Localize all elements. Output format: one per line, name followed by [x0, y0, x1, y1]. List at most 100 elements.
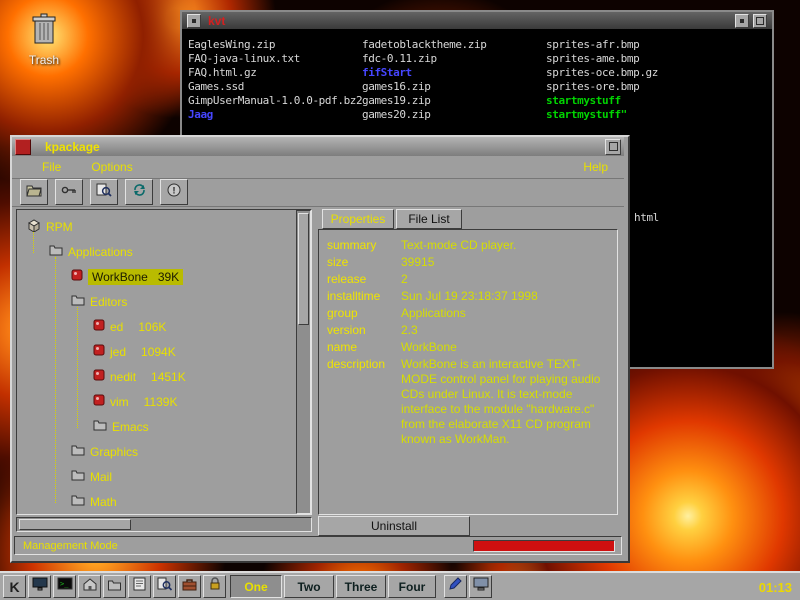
property-value: WorkBone is an interactive TEXT-MODE con… [401, 357, 613, 447]
file-entry: Jaag [188, 108, 213, 121]
file-entry: sprites-oce.bmp.gz [546, 66, 658, 79]
tree-item-nedit[interactable]: nedit 1451K [93, 364, 186, 389]
file-entry: EaglesWing.zip [188, 38, 275, 51]
desktop-button-two[interactable]: Two [284, 575, 334, 598]
refresh-icon [132, 183, 147, 202]
folder-icon [71, 294, 85, 309]
terminal-titlebar[interactable]: kvt [182, 12, 772, 29]
file-entry: sprites-ore.bmp [546, 80, 639, 93]
k-menu-button[interactable]: K [3, 575, 26, 598]
menu-options[interactable]: Options [91, 160, 132, 174]
rpm-package-icon [93, 394, 105, 409]
taskbar: K >_ One Two Three Four 01:13 [0, 571, 800, 600]
tree-vertical-scrollbar[interactable] [296, 210, 311, 514]
terminal-maximize-button[interactable] [753, 14, 767, 28]
property-value: Applications [401, 306, 613, 321]
tab-file-list[interactable]: File List [396, 209, 462, 229]
find-button[interactable] [153, 575, 176, 598]
file-entry: games16.zip [362, 80, 430, 93]
kpackage-window: kpackage File Options Help [10, 135, 630, 563]
tree-item-editors[interactable]: Editors [71, 289, 127, 314]
terminal-icon: >_ [57, 577, 73, 596]
maximize-button[interactable] [605, 139, 621, 155]
tree-item-math[interactable]: Math [71, 489, 117, 514]
kpackage-titlebar[interactable]: kpackage [12, 137, 624, 156]
tree-label: nedit [110, 370, 136, 384]
terminal-sticky-button[interactable] [735, 14, 749, 28]
folder-icon [49, 244, 63, 259]
tree-item-jed[interactable]: jed 1094K [93, 339, 176, 364]
toolbox-button[interactable] [178, 575, 201, 598]
terminal-partial-text: html [634, 211, 659, 224]
package-detail-panel: Properties File List summaryText-mode CD… [318, 209, 618, 515]
menu-help[interactable]: Help [583, 160, 608, 174]
trash-desktop-icon[interactable]: Trash [16, 12, 72, 67]
toolbar: ! [12, 178, 624, 207]
tree-horizontal-scrollbar[interactable] [16, 517, 312, 532]
terminal-title: kvt [208, 14, 733, 28]
file-entry: sprites-afr.bmp [546, 38, 639, 51]
tree-item-ed[interactable]: ed 106K [93, 314, 166, 339]
property-label: version [327, 323, 366, 338]
terminal-launcher-button[interactable]: >_ [53, 575, 76, 598]
pen-icon [449, 577, 462, 596]
property-value: 2.3 [401, 323, 613, 338]
info-button[interactable]: ! [160, 179, 188, 205]
tree-label: Math [90, 495, 117, 509]
lock-button[interactable] [203, 575, 226, 598]
tree-label: Emacs [112, 420, 149, 434]
tab-properties[interactable]: Properties [322, 209, 394, 229]
desktop-button-three[interactable]: Three [336, 575, 386, 598]
toolbox-icon [182, 578, 197, 596]
property-label: group [327, 306, 358, 321]
folder-button[interactable] [103, 575, 126, 598]
desktop-button-four[interactable]: Four [388, 575, 436, 598]
file-entry: FAQ.html.gz [188, 66, 256, 79]
properties-view: summaryText-mode CD player. size39915 re… [318, 229, 618, 515]
k-menu-icon: K [9, 579, 19, 595]
file-entry: GimpUserManual-1.0.0-pdf.bz2 [188, 94, 362, 107]
tree-item-vim[interactable]: vim 1139K [93, 389, 177, 414]
open-button[interactable] [20, 179, 48, 205]
folder-icon [71, 444, 85, 459]
tree-item-rpm[interactable]: RPM [27, 214, 73, 239]
tree-label: RPM [46, 220, 73, 234]
window-menu-button[interactable] [15, 139, 31, 155]
desktop-button-one[interactable]: One [230, 575, 282, 598]
tree-item-mail[interactable]: Mail [71, 464, 112, 489]
tree-item-workbone[interactable]: WorkBone 39K [71, 264, 183, 289]
property-label: name [327, 340, 357, 355]
property-value: Sun Jul 19 23:18:37 1998 [401, 289, 613, 304]
tree-item-applications[interactable]: Applications [49, 239, 133, 264]
window-list-button[interactable] [28, 575, 51, 598]
editor-button[interactable] [128, 575, 151, 598]
file-entry: fdc-0.11.zip [362, 52, 437, 65]
property-label: size [327, 255, 348, 270]
property-value: 39915 [401, 255, 613, 270]
trash-label: Trash [16, 53, 72, 67]
property-value: Text-mode CD player. [401, 238, 613, 253]
file-entry: startmystuff" [546, 108, 627, 121]
menu-file[interactable]: File [42, 160, 61, 174]
find-package-button[interactable] [90, 179, 118, 205]
rpm-package-icon [71, 269, 83, 284]
tree-size: 39K [158, 270, 179, 284]
folder-icon [107, 578, 122, 596]
tree-item-emacs[interactable]: Emacs [93, 414, 149, 439]
display-button[interactable] [469, 575, 492, 598]
file-entry: fadetoblacktheme.zip [362, 38, 486, 51]
terminal-menu-button[interactable] [187, 14, 201, 28]
trash-icon [29, 35, 59, 49]
uninstall-button[interactable]: Uninstall [318, 516, 470, 536]
key-button[interactable] [55, 179, 83, 205]
home-button[interactable] [78, 575, 101, 598]
property-label: release [327, 272, 366, 287]
tree-guide-line [55, 257, 56, 503]
tree-size: 106K [138, 320, 166, 334]
tree-label: Applications [68, 245, 133, 259]
tree-item-graphics[interactable]: Graphics [71, 439, 138, 464]
refresh-button[interactable] [125, 179, 153, 205]
tree-size: 1139K [144, 395, 178, 409]
folder-icon [71, 469, 85, 484]
paint-button[interactable] [444, 575, 467, 598]
